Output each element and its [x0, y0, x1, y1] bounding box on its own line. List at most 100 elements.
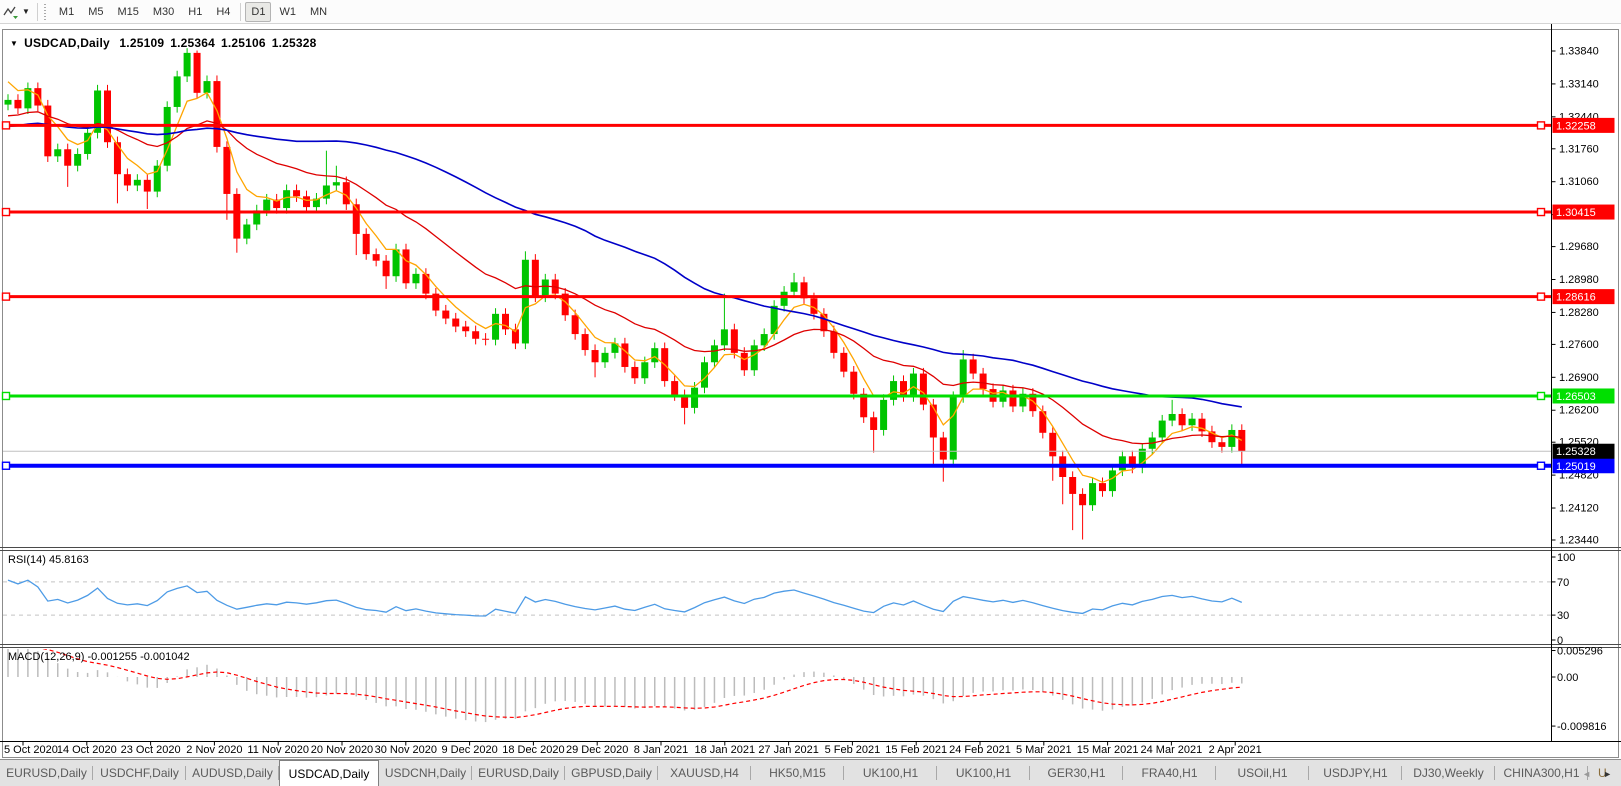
hline-handle[interactable] [1536, 292, 1546, 301]
candle-down [482, 338, 490, 340]
chart-tab-ger30-h1[interactable]: GER30,H1 [1030, 760, 1123, 786]
hline-handle[interactable] [1, 121, 11, 130]
candle-down [870, 417, 878, 430]
candle-down [919, 373, 927, 405]
candle-down [1009, 390, 1017, 407]
timeframe-button-M30[interactable]: M30 [147, 2, 180, 22]
hline-handle[interactable] [1536, 391, 1546, 401]
candle-down [462, 326, 470, 332]
candle-up [332, 182, 340, 186]
candle-down [939, 437, 947, 460]
chart-tab-uk100-h1[interactable]: UK100,H1 [844, 760, 937, 786]
date-tick-label: 18 Jan 2021 [695, 744, 756, 756]
candle-down [452, 318, 460, 327]
hline-handle[interactable] [1536, 461, 1546, 470]
price-tick-label: 1.28980 [1559, 274, 1599, 286]
candle-down [382, 260, 390, 277]
hline-handle[interactable] [1536, 207, 1546, 217]
rsi-tick-label: 100 [1557, 552, 1575, 564]
candle-up [4, 99, 12, 105]
chart-tab-eurusd-daily[interactable]: EURUSD,Daily [0, 760, 93, 786]
chart-type-icon[interactable] [1, 4, 21, 20]
macd-tick-label: 0.005296 [1557, 646, 1603, 658]
candle-down [581, 334, 589, 351]
timeframe-button-MN[interactable]: MN [304, 2, 333, 22]
candle-up [1228, 429, 1236, 447]
timeframe-button-W1[interactable]: W1 [273, 2, 302, 22]
candle-up [651, 348, 659, 363]
price-tick-label: 1.23440 [1559, 535, 1599, 547]
timeframe-button-M15[interactable]: M15 [111, 2, 144, 22]
candle-down [830, 331, 838, 353]
chart-tab-china300-h1[interactable]: CHINA300,H1 [1495, 760, 1588, 786]
candle-up [243, 224, 251, 239]
toolbar-separator [36, 2, 38, 21]
chart-tab-bar: EURUSD,Daily USDCHF,Daily AUDUSD,Daily USDC… [0, 759, 1621, 786]
candle-down [193, 52, 201, 93]
chart-tab-fra40-h1[interactable]: FRA40,H1 [1123, 760, 1216, 786]
candle-down [531, 259, 539, 297]
date-tick-label: 24 Mar 2021 [1141, 744, 1203, 756]
chart-tab-usdjpy-h1[interactable]: USDJPY,H1 [1309, 760, 1402, 786]
hline-handle[interactable] [1, 292, 11, 301]
hline-price-label: 1.25019 [1556, 461, 1596, 473]
macd-panel [7, 649, 1243, 723]
chart-tab-xauusd-h4[interactable]: XAUUSD,H4 [658, 760, 751, 786]
toolbar-grip-handle[interactable] [42, 3, 48, 20]
chart-tab-uk100-h1[interactable]: UK100,H1 [937, 760, 1030, 786]
candle-down [44, 105, 52, 157]
candle-down [213, 81, 221, 147]
candle-down [979, 373, 987, 390]
chart-tab-dj30-weekly[interactable]: DJ30,Weekly [1402, 760, 1495, 786]
date-tick-label: 9 Dec 2020 [441, 744, 497, 756]
chart-tab-audusd-daily[interactable]: AUDUSD,Daily [186, 760, 279, 786]
chart-tab-usdchf-daily[interactable]: USDCHF,Daily [93, 760, 186, 786]
chart-tab-hk50-m15[interactable]: HK50,M15 [751, 760, 844, 786]
timeframe-button-M5[interactable]: M5 [82, 2, 109, 22]
price-tick-label: 1.27600 [1559, 339, 1599, 351]
hline-handle[interactable] [1536, 121, 1546, 130]
hline-handle[interactable] [1, 207, 11, 217]
ohlc-high: 1.25364 [170, 36, 215, 50]
chart-tab-gbpusd-daily[interactable]: GBPUSD,Daily [565, 760, 658, 786]
candle-up [710, 345, 718, 363]
timeframe-button-H4[interactable]: H4 [210, 2, 236, 22]
chart-tab-usoil-h1[interactable]: USOil,H1 [1216, 760, 1309, 786]
candle-up [601, 352, 609, 363]
price-tick-label: 1.26900 [1559, 372, 1599, 384]
chart-tab-eurusd-daily[interactable]: EURUSD,Daily [472, 760, 565, 786]
ma-mid-line [7, 111, 1242, 445]
toolbar-separator [240, 2, 242, 21]
rsi-value: 45.8163 [48, 554, 89, 566]
tab-scroll-right-icon[interactable]: ► [1597, 769, 1618, 779]
price-tick-label: 1.24120 [1559, 503, 1599, 515]
candle-down [740, 352, 748, 371]
candle-up [1089, 483, 1097, 506]
hline-handle[interactable] [1, 391, 11, 401]
chart-window-border [2, 29, 1619, 758]
candle-up [412, 273, 420, 284]
hline-price-label: 1.32258 [1556, 120, 1596, 132]
candle-up [1188, 418, 1196, 426]
chart-canvas[interactable]: 1.338401.331401.324401.317601.310601.303… [0, 24, 1621, 759]
date-tick-label: 2 Apr 2021 [1209, 744, 1262, 756]
candle-up [521, 259, 529, 344]
chart-tab-usdcnh-daily[interactable]: USDCNH,Daily [379, 760, 472, 786]
tab-scroll-left-icon[interactable]: ◄ [1576, 769, 1597, 779]
candle-up [183, 52, 191, 77]
price-tick-label: 1.31760 [1559, 143, 1599, 155]
timeframe-button-M1[interactable]: M1 [53, 2, 80, 22]
timeframe-button-H1[interactable]: H1 [182, 2, 208, 22]
chart-tab-usdcad-daily[interactable]: USDCAD,Daily [279, 760, 379, 786]
chart-type-dropdown-icon[interactable]: ▼ [22, 7, 30, 16]
hline-price-label: 1.26503 [1556, 391, 1596, 403]
date-tick-label: 14 Oct 2020 [57, 744, 117, 756]
ohlc-open: 1.25109 [119, 36, 165, 50]
price-tick-label: 1.26200 [1559, 405, 1599, 417]
symbol-dropdown-icon[interactable]: ▼ [10, 39, 18, 48]
hline-handle[interactable] [1, 461, 11, 470]
time-axis[interactable]: 5 Oct 2020 14 Oct 2020 23 Oct 2020 2 Nov 20… [4, 741, 1262, 757]
candle-down [1178, 413, 1186, 426]
timeframe-button-D1[interactable]: D1 [245, 1, 272, 22]
candle-up [392, 249, 400, 277]
